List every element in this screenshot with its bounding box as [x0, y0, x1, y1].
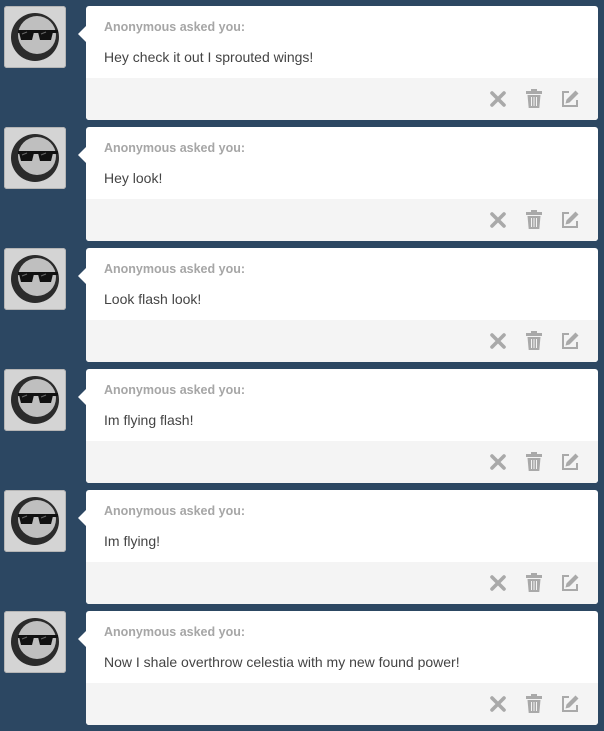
sunglasses-face-icon — [11, 618, 59, 666]
close-icon[interactable] — [486, 450, 510, 474]
ask-actions — [86, 78, 598, 120]
close-icon[interactable] — [486, 692, 510, 716]
ask-card: Anonymous asked you: Hey look! — [78, 127, 598, 241]
close-icon[interactable] — [486, 571, 510, 595]
close-icon[interactable] — [486, 329, 510, 353]
ask-message: Look flash look! — [104, 291, 202, 307]
asker-label: Anonymous asked you: — [104, 383, 245, 397]
asker-label: Anonymous asked you: — [104, 504, 245, 518]
ask-message: Im flying! — [104, 533, 161, 549]
asker-label: Anonymous asked you: — [104, 625, 245, 639]
edit-icon[interactable] — [558, 450, 582, 474]
avatar[interactable] — [4, 6, 66, 68]
ask-post: Anonymous asked you: Im flying flash! — [0, 369, 604, 485]
avatar[interactable] — [4, 611, 66, 673]
trash-icon[interactable] — [522, 329, 546, 353]
asker-label: Anonymous asked you: — [104, 141, 245, 155]
edit-icon[interactable] — [558, 87, 582, 111]
ask-card: Anonymous asked you: Look flash look! — [78, 248, 598, 362]
ask-actions — [86, 441, 598, 483]
asker-label: Anonymous asked you: — [104, 262, 245, 276]
ask-actions — [86, 562, 598, 604]
trash-icon[interactable] — [522, 208, 546, 232]
trash-icon[interactable] — [522, 450, 546, 474]
ask-actions — [86, 683, 598, 725]
ask-card: Anonymous asked you: Im flying flash! — [78, 369, 598, 483]
trash-icon[interactable] — [522, 571, 546, 595]
trash-icon[interactable] — [522, 87, 546, 111]
sunglasses-face-icon — [11, 255, 59, 303]
ask-actions — [86, 320, 598, 362]
ask-post: Anonymous asked you: Im flying! — [0, 490, 604, 606]
sunglasses-face-icon — [11, 376, 59, 424]
edit-icon[interactable] — [558, 208, 582, 232]
ask-card: Anonymous asked you: Now I shale overthr… — [78, 611, 598, 725]
avatar[interactable] — [4, 248, 66, 310]
ask-card: Anonymous asked you: Im flying! — [78, 490, 598, 604]
sunglasses-face-icon — [11, 13, 59, 61]
ask-post: Anonymous asked you: Hey look! — [0, 127, 604, 243]
ask-message: Hey check it out I sprouted wings! — [104, 49, 314, 65]
ask-message: Im flying flash! — [104, 412, 194, 428]
asker-label: Anonymous asked you: — [104, 20, 245, 34]
sunglasses-face-icon — [11, 497, 59, 545]
ask-post: Anonymous asked you: Look flash look! — [0, 248, 604, 364]
edit-icon[interactable] — [558, 329, 582, 353]
ask-message: Now I shale overthrow celestia with my n… — [104, 654, 460, 670]
ask-actions — [86, 199, 598, 241]
ask-post: Anonymous asked you: Now I shale overthr… — [0, 611, 604, 727]
close-icon[interactable] — [486, 87, 510, 111]
ask-message: Hey look! — [104, 170, 163, 186]
avatar[interactable] — [4, 369, 66, 431]
trash-icon[interactable] — [522, 692, 546, 716]
avatar[interactable] — [4, 490, 66, 552]
ask-feed: Anonymous asked you: Hey check it out I … — [0, 0, 604, 731]
ask-post: Anonymous asked you: Hey check it out I … — [0, 6, 604, 122]
edit-icon[interactable] — [558, 692, 582, 716]
edit-icon[interactable] — [558, 571, 582, 595]
ask-card: Anonymous asked you: Hey check it out I … — [78, 6, 598, 120]
close-icon[interactable] — [486, 208, 510, 232]
sunglasses-face-icon — [11, 134, 59, 182]
avatar[interactable] — [4, 127, 66, 189]
